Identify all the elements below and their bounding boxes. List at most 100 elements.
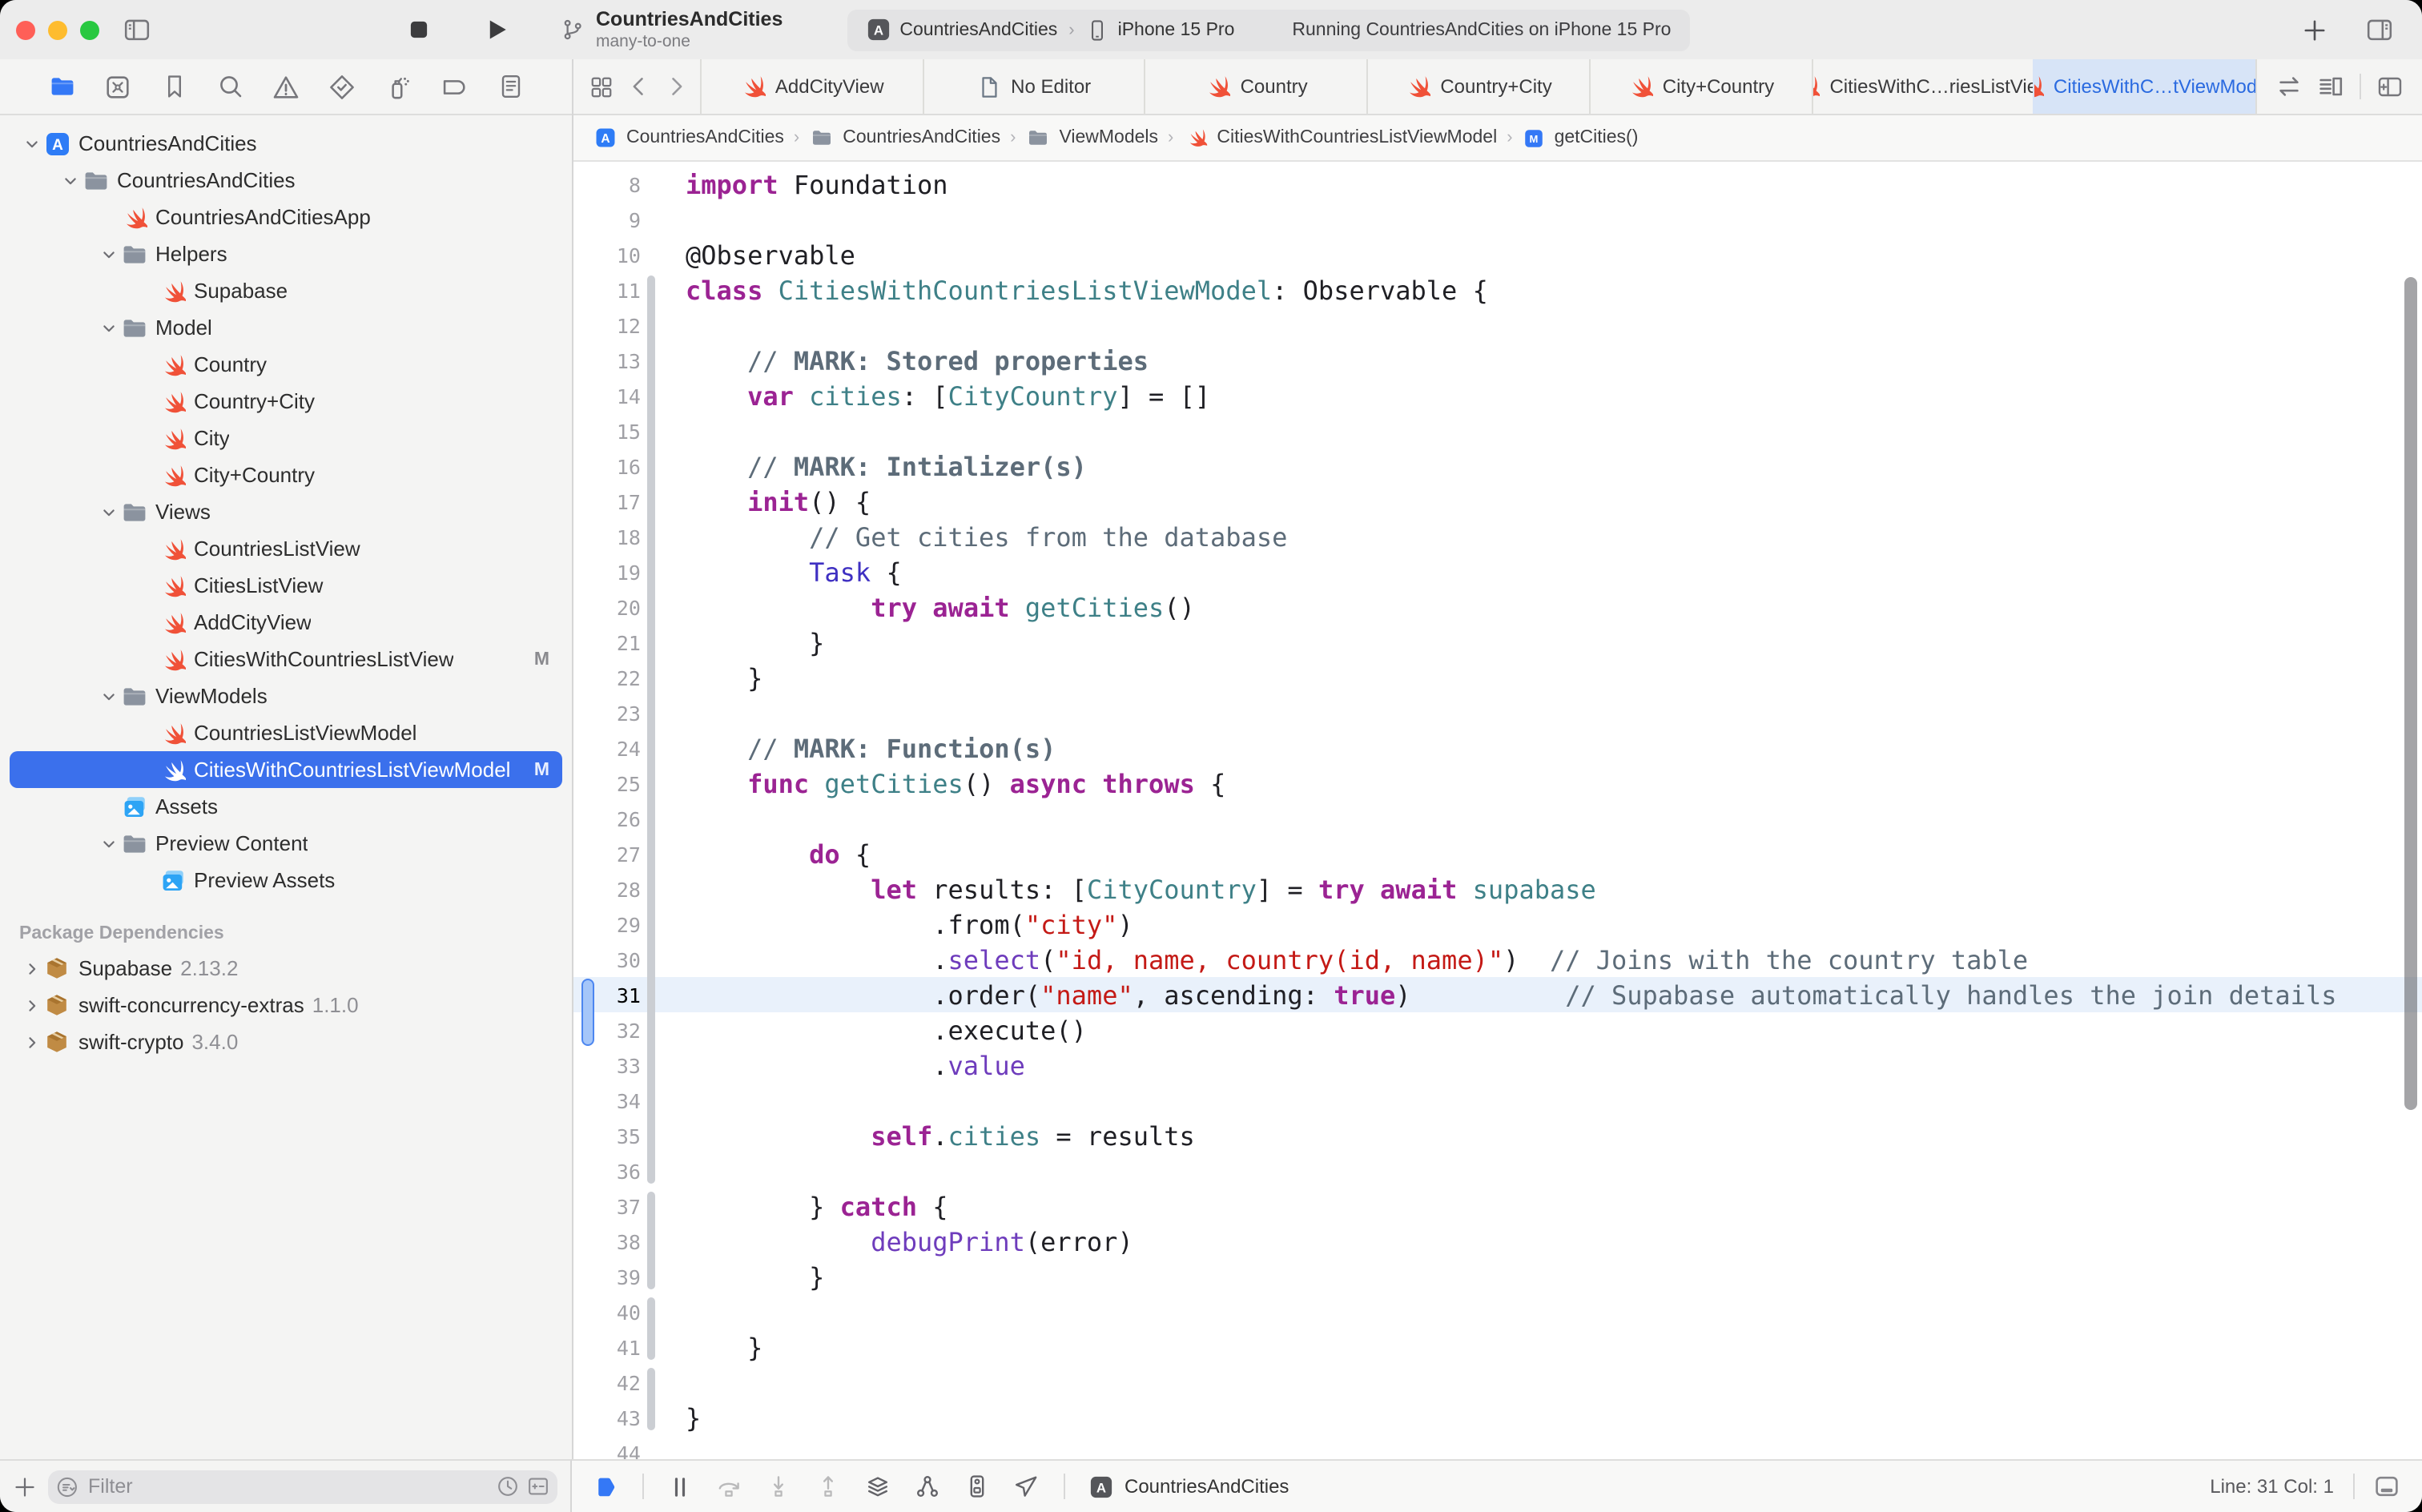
scm-filter-icon[interactable] xyxy=(527,1475,549,1498)
navigator-project-icon[interactable] xyxy=(44,69,79,104)
code-line-10[interactable]: 10@Observable xyxy=(573,237,2422,272)
tree-item-citieslistview[interactable]: CitiesListView xyxy=(10,567,562,604)
add-file-button[interactable] xyxy=(13,1474,37,1498)
editor-only-layout-icon[interactable] xyxy=(2374,1474,2400,1499)
line-number[interactable]: 44 xyxy=(573,1441,641,1459)
filter-field[interactable]: Filter xyxy=(48,1470,557,1503)
minimap-icon[interactable] xyxy=(2318,74,2344,99)
line-number[interactable]: 18 xyxy=(573,525,641,549)
code-line-11[interactable]: 11class CitiesWithCountriesListViewModel… xyxy=(573,272,2422,308)
breadcrumb-item[interactable]: A CountriesAndCities xyxy=(593,125,784,151)
code-line-14[interactable]: 14 var cities: [CityCountry] = [] xyxy=(573,378,2422,413)
line-number[interactable]: 42 xyxy=(573,1370,641,1394)
tree-item-country[interactable]: Country xyxy=(10,346,562,383)
editor-tab-addcityview[interactable]: AddCityView xyxy=(700,59,922,114)
chevron-down-icon[interactable] xyxy=(99,504,119,520)
code-line-20[interactable]: 20 try await getCities() xyxy=(573,589,2422,625)
code-line-35[interactable]: 35 self.cities = results xyxy=(573,1118,2422,1153)
line-number[interactable]: 19 xyxy=(573,560,641,584)
tree-item-views[interactable]: Views xyxy=(10,493,562,530)
line-number[interactable]: 34 xyxy=(573,1088,641,1112)
tree-item-model[interactable]: Model xyxy=(10,309,562,346)
scheme-app-name[interactable]: CountriesAndCities xyxy=(899,20,1057,39)
editor-tab-citieswithc-rieslistview[interactable]: CitiesWithC…riesListView xyxy=(1811,59,2033,114)
breadcrumb-item[interactable]: CitiesWithCountriesListViewModel xyxy=(1183,125,1497,151)
chevron-down-icon[interactable] xyxy=(99,320,119,336)
tree-item-city[interactable]: City xyxy=(10,420,562,456)
code-line-37[interactable]: 37 } catch { xyxy=(573,1188,2422,1224)
line-number[interactable]: 13 xyxy=(573,348,641,372)
code-line-32[interactable]: 32 .execute() xyxy=(573,1012,2422,1048)
scheme-device[interactable]: iPhone 15 Pro xyxy=(1118,20,1235,39)
source-editor[interactable]: 8import Foundation910@Observable11class … xyxy=(573,162,2422,1459)
chevron-down-icon[interactable] xyxy=(61,172,80,188)
forward-button[interactable] xyxy=(665,75,687,98)
code-line-44[interactable]: 44 xyxy=(573,1435,2422,1459)
line-number[interactable]: 16 xyxy=(573,454,641,478)
code-line-17[interactable]: 17 init() { xyxy=(573,484,2422,519)
code-line-34[interactable]: 34 xyxy=(573,1083,2422,1118)
line-number[interactable]: 39 xyxy=(573,1265,641,1289)
line-number[interactable]: 12 xyxy=(573,313,641,337)
chevron-right-icon[interactable] xyxy=(22,997,42,1013)
line-number[interactable]: 25 xyxy=(573,771,641,795)
chevron-down-icon[interactable] xyxy=(99,835,119,851)
code-line-43[interactable]: 43} xyxy=(573,1400,2422,1435)
line-number[interactable]: 37 xyxy=(573,1194,641,1218)
line-number[interactable]: 43 xyxy=(573,1405,641,1430)
line-number[interactable]: 28 xyxy=(573,877,641,901)
navigator-reports-icon[interactable] xyxy=(493,69,528,104)
line-number[interactable]: 38 xyxy=(573,1229,641,1253)
chevron-down-icon[interactable] xyxy=(99,246,119,262)
add-button[interactable] xyxy=(2294,10,2336,49)
code-line-27[interactable]: 27 do { xyxy=(573,836,2422,871)
line-number[interactable]: 20 xyxy=(573,595,641,619)
code-line-22[interactable]: 22 } xyxy=(573,660,2422,695)
tree-item-countriesandcitiesapp[interactable]: CountriesAndCitiesApp xyxy=(10,199,562,235)
editor-tab-citieswithc-tviewmodel[interactable]: CitiesWithC…tViewModel xyxy=(2034,59,2255,114)
code-line-25[interactable]: 25 func getCities() async throws { xyxy=(573,766,2422,801)
navigator-find-icon[interactable] xyxy=(212,69,247,104)
tree-item-citieswithcountrieslistviewmodel[interactable]: CitiesWithCountriesListViewModelM xyxy=(10,751,562,788)
minimize-button[interactable] xyxy=(48,20,67,39)
code-line-23[interactable]: 23 xyxy=(573,695,2422,730)
stop-button[interactable] xyxy=(397,10,439,49)
code-line-33[interactable]: 33 .value xyxy=(573,1048,2422,1083)
back-button[interactable] xyxy=(628,75,650,98)
code-line-39[interactable]: 39 } xyxy=(573,1259,2422,1294)
code-line-9[interactable]: 9 xyxy=(573,202,2422,237)
code-line-19[interactable]: 19 Task { xyxy=(573,554,2422,589)
code-line-36[interactable]: 36 xyxy=(573,1153,2422,1188)
tree-item-countriesandcities[interactable]: ACountriesAndCities xyxy=(10,125,562,162)
line-number[interactable]: 24 xyxy=(573,736,641,760)
tree-item-viewmodels[interactable]: ViewModels xyxy=(10,678,562,714)
line-number[interactable]: 8 xyxy=(573,172,641,196)
code-line-15[interactable]: 15 xyxy=(573,413,2422,448)
breadcrumb-item[interactable]: M getCities() xyxy=(1523,126,1639,150)
tree-item-citieswithcountrieslistview[interactable]: CitiesWithCountriesListViewM xyxy=(10,641,562,678)
tree-item-preview-content[interactable]: Preview Content xyxy=(10,825,562,862)
memory-graph-icon[interactable] xyxy=(964,1474,990,1499)
navigator-issues-icon[interactable] xyxy=(268,69,304,104)
line-number[interactable]: 33 xyxy=(573,1053,641,1077)
code-line-13[interactable]: 13 // MARK: Stored properties xyxy=(573,343,2422,378)
code-line-31[interactable]: 31 .order("name", ascending: true) // Su… xyxy=(573,977,2422,1012)
tree-item-preview-assets[interactable]: Preview Assets xyxy=(10,862,562,899)
code-line-41[interactable]: 41 } xyxy=(573,1329,2422,1365)
navigator-debug-icon[interactable] xyxy=(380,69,416,104)
related-items-icon[interactable] xyxy=(589,74,614,99)
tree-item-helpers[interactable]: Helpers xyxy=(10,235,562,272)
recents-clock-icon[interactable] xyxy=(497,1475,519,1498)
navigator-breakpoints-icon[interactable] xyxy=(437,69,472,104)
line-number[interactable]: 15 xyxy=(573,419,641,443)
line-number[interactable]: 40 xyxy=(573,1300,641,1324)
inspector-toggle-icon[interactable] xyxy=(2358,10,2400,49)
code-line-40[interactable]: 40 xyxy=(573,1294,2422,1329)
code-review-icon[interactable] xyxy=(2276,74,2302,99)
scheme-selector[interactable]: A CountriesAndCities › iPhone 15 Pro Run… xyxy=(847,9,1690,50)
line-number[interactable]: 14 xyxy=(573,384,641,408)
editor-scrollbar[interactable] xyxy=(2404,277,2417,1110)
tree-item-country-city[interactable]: Country+City xyxy=(10,383,562,420)
package-swift-concurrency-extras[interactable]: swift-concurrency-extras 1.1.0 xyxy=(10,987,562,1023)
code-line-21[interactable]: 21 } xyxy=(573,625,2422,660)
